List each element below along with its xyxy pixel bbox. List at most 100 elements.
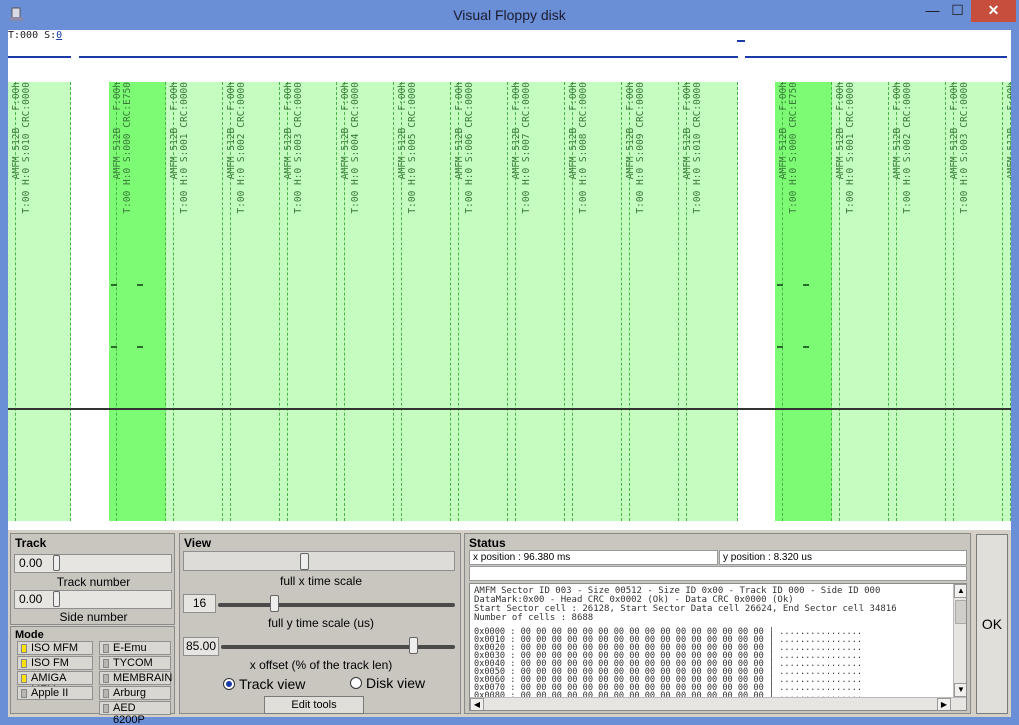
sector-label: AMFM 512B F:00h T:00 H:0 S:000 CRC:E750 — [778, 82, 799, 214]
track-view-canvas[interactable]: T:000 S:0 AMFM 512B F:00h T:00 H:0 S:010… — [8, 30, 1011, 530]
track-view-radio[interactable]: Track view — [223, 676, 305, 692]
sector-label: AMFM 512B F:00h T:00 H:0 S:010 CRC:0000 — [11, 82, 32, 214]
sector-label: AMFM 512B F:00h T:00 H:0 S:003 CRC:0000 — [949, 82, 970, 214]
radio-selected-icon — [223, 678, 235, 690]
sector-header-bar — [8, 56, 71, 58]
sector-label: AMFM 512B F:00h T:00 H:0 S:009 CRC:0000 — [625, 82, 646, 214]
sector-label: AMFM 512B F:00h T:00 H:0 S:000 CRC:E750 — [112, 82, 133, 214]
status-message-field — [469, 566, 967, 581]
scroll-up-icon[interactable]: ▲ — [954, 584, 966, 598]
mode-led-icon — [103, 659, 109, 668]
sector-label: AMFM 512B F:00h T:00 H:0 S:001 CRC:0000 — [835, 82, 856, 214]
mode-led-icon — [21, 659, 27, 668]
sector-label: AMFM 512B F:00h T:00 H:0 S:007 CRC:0000 — [511, 82, 532, 214]
mode-button-label: ISO MFM — [31, 642, 79, 654]
scroll-left-icon[interactable]: ◀ — [470, 698, 484, 710]
mode-button[interactable]: ISO MFM — [17, 641, 93, 655]
sector-label: AMFM 512B F:00h T:00 H:0 S:002 CRC:0000 — [226, 82, 247, 214]
vertical-scrollbar[interactable]: ▲ ▼ — [953, 584, 966, 697]
sector-label: AMFM 512B F:00h T:00 H:0 S:008 CRC:0000 — [568, 82, 589, 214]
y-time-scale-slider[interactable] — [218, 603, 455, 607]
edit-tools-button[interactable]: Edit tools — [264, 696, 364, 714]
pulse-marker — [111, 346, 117, 348]
mode-button-label: Arburg — [113, 687, 147, 699]
x-offset-thumb[interactable] — [409, 637, 418, 654]
mode-led-icon — [21, 689, 27, 698]
y-position-readout: y position : 8.320 us — [719, 550, 967, 565]
mode-panel-title: Mode — [15, 629, 44, 641]
x-offset-value[interactable]: 85.00 — [183, 637, 219, 656]
side-number-slider[interactable]: 0.00 — [14, 590, 172, 609]
track-number-thumb[interactable] — [53, 555, 60, 571]
cursor-line — [8, 408, 1011, 410]
x-time-scale-caption: full x time scale — [279, 574, 363, 588]
mode-button[interactable]: ISO FM — [17, 656, 93, 670]
mode-button[interactable]: MEMBRAIN — [99, 671, 173, 685]
x-time-scale-thumb[interactable] — [300, 553, 309, 570]
scroll-right-icon[interactable]: ▶ — [937, 698, 951, 710]
mode-button[interactable]: E-Emu — [99, 641, 171, 655]
mode-button[interactable]: AMIGA MFM — [17, 671, 93, 696]
sector-label: AMFM 512B F:00h T:00 H:0 S:003 CRC:0000 — [283, 82, 304, 214]
maximize-button[interactable]: ☐ — [944, 0, 971, 22]
scroll-thumb[interactable] — [955, 600, 966, 624]
mode-led-icon — [103, 644, 109, 653]
sector-header-bar — [745, 56, 1007, 58]
horizontal-scrollbar[interactable]: ◀ ▶ — [470, 697, 966, 710]
cell-boundary-line — [70, 82, 71, 521]
cell-boundary-line — [737, 82, 738, 521]
sector-label: AMFM 512B F:00h T:00 H:0 S:006 CRC:0000 — [454, 82, 475, 214]
x-time-scale-slider[interactable] — [183, 551, 455, 571]
y-time-scale-thumb[interactable] — [270, 595, 279, 612]
radio-unselected-icon — [350, 677, 362, 689]
minimize-button[interactable]: — — [919, 0, 946, 22]
sector-dump-view[interactable]: AMFM Sector ID 003 - Size 00512 - Size I… — [469, 583, 967, 711]
sector-label: AMFM 512B F:00h T:00 H:0 S:010 CRC:0000 — [682, 82, 703, 214]
sector-label: AMFM 512B F:00h T:00 H:0 S:002 CRC:0000 — [892, 82, 913, 214]
scroll-down-icon[interactable]: ▼ — [954, 683, 966, 697]
sector-label: AMFM 512B F:00h T:00 H:0 S:005 CRC:0000 — [397, 82, 418, 214]
mode-led-icon — [21, 644, 27, 653]
title-bar: Visual Floppy disk — ☐ ✕ — [0, 0, 1019, 30]
x-position-readout: x position : 96.380 ms — [469, 550, 718, 565]
track-number-caption: Track number — [56, 575, 131, 589]
mode-button-label: ISO FM — [31, 657, 69, 669]
disk-view-label: Disk view — [366, 675, 426, 691]
x-offset-caption: x offset (% of the track len) — [249, 658, 393, 672]
mode-button[interactable]: TYCOM — [99, 656, 171, 670]
track-number-value: 0.00 — [19, 556, 43, 570]
mode-button[interactable]: Apple II — [17, 686, 93, 700]
track-panel: Track 0.00 Track number 0.00 Side number — [10, 533, 175, 625]
pulse-marker — [777, 346, 783, 348]
track-view-label: Track view — [239, 676, 306, 692]
x-offset-slider[interactable] — [221, 645, 455, 649]
disk-view-radio[interactable]: Disk view — [350, 675, 425, 691]
sector-header-marker — [737, 40, 745, 42]
pulse-marker — [137, 346, 143, 348]
mode-led-icon — [103, 689, 109, 698]
sector-header-bar — [79, 56, 738, 58]
ok-button[interactable]: OK — [976, 534, 1008, 714]
mode-button-label: MEMBRAIN — [113, 672, 173, 684]
sector-position-value: 0 — [56, 30, 63, 41]
close-button[interactable]: ✕ — [971, 0, 1016, 22]
mode-button-label: AED 6200P — [113, 702, 145, 725]
sector-info-text: AMFM Sector ID 003 - Size 00512 - Size I… — [474, 586, 897, 623]
mode-button-label: E-Emu — [113, 642, 147, 654]
sector-label: AMFM 512B F:00h T:00 H:0 S:001 CRC:0000 — [169, 82, 190, 214]
pulse-marker — [111, 284, 117, 286]
mode-button[interactable]: AED 6200P — [99, 701, 171, 725]
y-time-scale-value[interactable]: 16 — [183, 594, 216, 613]
sector-label: AMFM 512B F:00h T:00 H:0 S:004 CRC:0000 — [340, 82, 361, 214]
mode-led-icon — [103, 674, 109, 683]
sector-label: AMFM 512B F:00h T:00 H:0 S:004 CRC:0000 — [1006, 82, 1011, 180]
mode-led-icon — [103, 704, 109, 713]
track-panel-title: Track — [15, 536, 47, 550]
track-number-slider[interactable]: 0.00 — [14, 554, 172, 573]
view-panel-title: View — [184, 536, 212, 550]
mode-button-label: TYCOM — [113, 657, 153, 669]
track-header: T:000 S:0 — [8, 30, 62, 41]
side-number-thumb[interactable] — [53, 591, 60, 607]
mode-panel: Mode ISO MFM ISO FM AMIGA MFMApple II E-Emu… — [10, 626, 175, 725]
mode-button[interactable]: Arburg — [99, 686, 171, 700]
